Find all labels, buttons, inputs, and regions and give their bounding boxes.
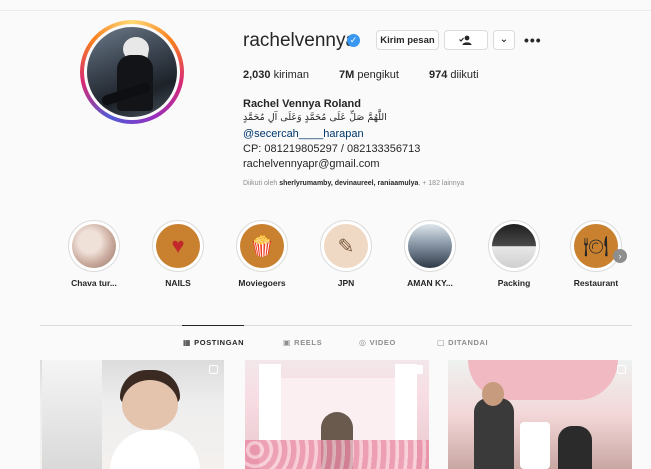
popcorn-icon: 🍿 — [240, 224, 284, 268]
carousel-icon — [209, 365, 218, 374]
send-message-button[interactable]: Kirim pesan — [376, 30, 439, 50]
following-button[interactable] — [444, 30, 488, 50]
heart-hand-icon: ♥ — [156, 224, 200, 268]
profile-username: rachelvennya — [243, 30, 357, 51]
profile-stats: 2,030 kiriman 7M pengikut 974 diikuti — [243, 69, 479, 81]
profile-full-name: Rachel Vennya Roland — [243, 98, 361, 110]
tab-video[interactable]: ◎ VIDEO — [359, 338, 396, 347]
tagged-icon: ▢ — [437, 338, 446, 347]
carousel-icon — [617, 365, 626, 374]
active-tab-indicator — [182, 325, 244, 326]
highlight-item[interactable]: Packing — [480, 220, 548, 288]
chevron-down-icon: ⌄ — [499, 34, 509, 45]
highlight-label: Chava tur... — [71, 278, 117, 288]
following-stat[interactable]: 974 diikuti — [429, 69, 479, 81]
posts-stat: 2,030 kiriman — [243, 69, 310, 81]
highlight-cover — [492, 224, 536, 268]
sketch-icon: ✎ — [324, 224, 368, 268]
reel-icon — [413, 365, 423, 374]
highlight-cover — [408, 224, 452, 268]
tab-reels[interactable]: ▣ REELS — [283, 338, 322, 347]
bio-arabic-text: اللَّهُمَّ صَلِّ عَلَى مُحَمَّدٍ وَعَلَى… — [243, 112, 387, 123]
tabs-divider — [40, 325, 632, 326]
highlight-item[interactable]: AMAN KY... — [396, 220, 464, 288]
more-options-icon[interactable]: ••• — [524, 30, 542, 50]
highlight-label: NAILS — [165, 278, 191, 288]
grid-icon: ▦ — [183, 338, 192, 347]
highlight-item[interactable]: Chava tur... — [60, 220, 128, 288]
highlight-label: AMAN KY... — [407, 278, 453, 288]
suggested-dropdown-button[interactable]: ⌄ — [493, 30, 515, 50]
bio-mention-link[interactable]: @secercah____harapan — [243, 128, 364, 140]
tab-posts[interactable]: ▦ POSTINGAN — [183, 338, 244, 347]
bio-email: rachelvennyapr@gmail.com — [243, 158, 380, 170]
top-divider — [0, 10, 651, 11]
highlights-next-chevron-icon[interactable]: › — [613, 249, 627, 263]
reels-icon: ▣ — [283, 338, 292, 347]
tab-tagged[interactable]: ▢ DITANDAI — [437, 338, 488, 347]
highlight-cover — [72, 224, 116, 268]
profile-avatar[interactable] — [80, 20, 184, 124]
bio-contact-phone: CP: 081219805297 / 082133356713 — [243, 143, 421, 155]
post-thumbnail[interactable] — [448, 360, 632, 469]
highlight-item[interactable]: ✎ JPN — [312, 220, 380, 288]
followers-stat[interactable]: 7M pengikut — [339, 69, 399, 81]
highlight-item[interactable]: 🍿 Moviegoers — [228, 220, 296, 288]
followed-by-text[interactable]: Diikuti oleh sherlyrumamby, devinaureel,… — [243, 180, 464, 187]
highlight-item[interactable]: ♥ NAILS — [144, 220, 212, 288]
highlight-label: Packing — [497, 278, 531, 288]
avatar-photo — [87, 27, 177, 117]
highlight-label: Moviegoers — [238, 278, 286, 288]
highlight-label: Restaurant — [573, 278, 619, 288]
verified-badge-icon: ✓ — [347, 34, 360, 47]
person-check-icon — [459, 35, 472, 45]
video-icon: ◎ — [359, 338, 367, 347]
post-thumbnail[interactable] — [40, 360, 224, 469]
highlight-label: JPN — [337, 278, 355, 288]
post-thumbnail[interactable] — [245, 360, 429, 469]
food-cloche-icon: 🍽 — [574, 224, 618, 268]
